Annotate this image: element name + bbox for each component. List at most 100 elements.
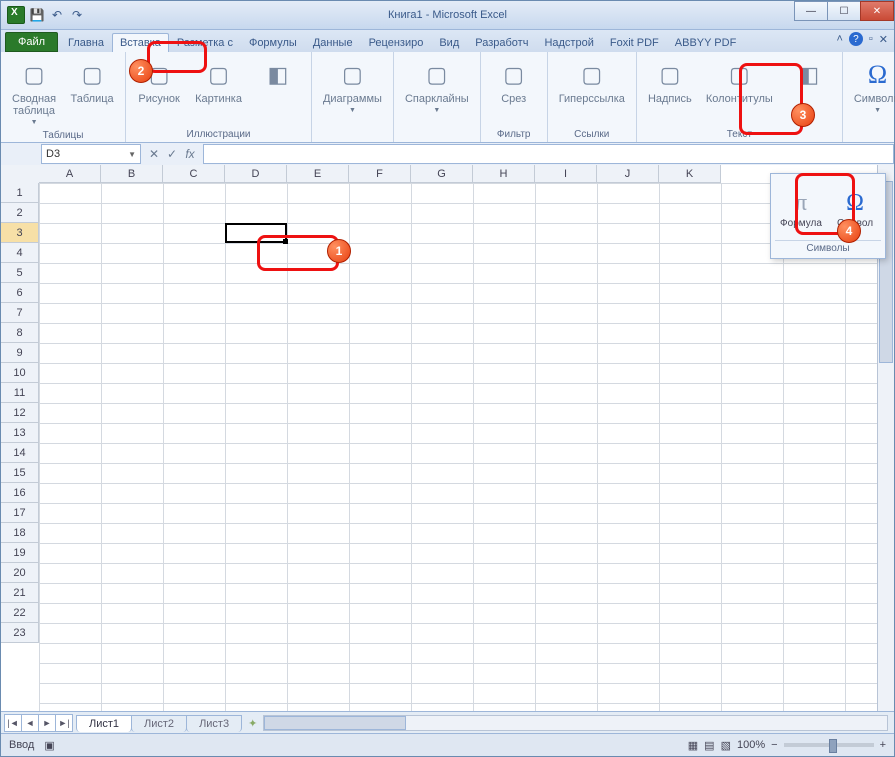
column-header[interactable]: H: [473, 165, 535, 183]
ribbon-button[interactable]: ▢Спарклайны▼: [400, 56, 474, 117]
row-header[interactable]: 19: [1, 543, 39, 563]
zoom-slider[interactable]: [784, 743, 874, 747]
row-header[interactable]: 3: [1, 223, 39, 243]
row-header[interactable]: 20: [1, 563, 39, 583]
ribbon-group: ΩСимволы▼: [843, 52, 895, 142]
column-header[interactable]: B: [101, 165, 163, 183]
tab-вставка[interactable]: Вставка: [112, 33, 169, 52]
save-icon[interactable]: 💾: [29, 7, 45, 23]
row-header[interactable]: 7: [1, 303, 39, 323]
column-header[interactable]: A: [39, 165, 101, 183]
ribbon-button[interactable]: ▢Диаграммы▼: [318, 56, 387, 117]
redo-icon[interactable]: ↷: [69, 7, 85, 23]
equation-button[interactable]: π Формула: [775, 178, 827, 240]
row-header[interactable]: 18: [1, 523, 39, 543]
ribbon-button[interactable]: ◧: [251, 56, 305, 94]
column-header[interactable]: I: [535, 165, 597, 183]
minimize-button[interactable]: —: [794, 1, 828, 21]
column-header[interactable]: G: [411, 165, 473, 183]
row-header[interactable]: 9: [1, 343, 39, 363]
chevron-down-icon[interactable]: ▼: [128, 150, 136, 159]
cancel-icon[interactable]: ✕: [147, 147, 161, 161]
name-box[interactable]: D3 ▼: [41, 144, 141, 164]
worksheet-grid[interactable]: ABCDEFGHIJK 1234567891011121314151617181…: [1, 165, 894, 712]
sheet-nav-last-icon[interactable]: ►|: [55, 714, 73, 732]
ribbon-button[interactable]: ▢Таблица: [65, 56, 119, 108]
sheet-tab[interactable]: Лист3: [186, 715, 242, 732]
mdi-close-icon[interactable]: ✕: [879, 33, 888, 46]
ribbon-button[interactable]: ▢Своднаятаблица▼: [7, 56, 61, 129]
row-header[interactable]: 4: [1, 243, 39, 263]
ribbon-minimize-icon[interactable]: ˄: [836, 33, 842, 45]
row-header[interactable]: 23: [1, 623, 39, 643]
row-header[interactable]: 15: [1, 463, 39, 483]
column-header[interactable]: K: [659, 165, 721, 183]
row-header[interactable]: 1: [1, 183, 39, 203]
sheet-nav-next-icon[interactable]: ►: [38, 714, 56, 732]
row-header[interactable]: 6: [1, 283, 39, 303]
zoom-out-icon[interactable]: −: [771, 739, 777, 751]
horizontal-scrollbar[interactable]: [263, 715, 888, 731]
column-header[interactable]: J: [597, 165, 659, 183]
tab-foxit pdf[interactable]: Foxit PDF: [602, 33, 667, 52]
row-header[interactable]: 13: [1, 423, 39, 443]
hscroll-thumb[interactable]: [264, 716, 406, 730]
ribbon-button[interactable]: ▢Картинка: [190, 56, 247, 108]
undo-icon[interactable]: ↶: [49, 7, 65, 23]
view-break-icon[interactable]: ▧: [721, 739, 731, 752]
tab-разметка с[interactable]: Разметка с: [169, 33, 241, 52]
sheet-nav-prev-icon[interactable]: ◄: [21, 714, 39, 732]
close-button[interactable]: ✕: [860, 1, 894, 21]
tab-file[interactable]: Файл: [5, 32, 58, 52]
ribbon-button[interactable]: ◧: [782, 56, 836, 94]
column-header[interactable]: F: [349, 165, 411, 183]
ribbon-button[interactable]: ▢Надпись: [643, 56, 697, 108]
tab-формулы[interactable]: Формулы: [241, 33, 305, 52]
row-header[interactable]: 8: [1, 323, 39, 343]
tab-вид[interactable]: Вид: [431, 33, 467, 52]
sheet-tab[interactable]: Лист2: [131, 715, 187, 732]
column-header[interactable]: D: [225, 165, 287, 183]
row-header[interactable]: 11: [1, 383, 39, 403]
zoom-level[interactable]: 100%: [737, 739, 765, 751]
ribbon-button[interactable]: ▢Гиперссылка: [554, 56, 630, 108]
row-header[interactable]: 14: [1, 443, 39, 463]
row-header[interactable]: 10: [1, 363, 39, 383]
tab-данные[interactable]: Данные: [305, 33, 361, 52]
row-header[interactable]: 12: [1, 403, 39, 423]
fx-icon[interactable]: fx: [183, 147, 197, 161]
row-header[interactable]: 2: [1, 203, 39, 223]
sheet-tab[interactable]: Лист1: [76, 715, 132, 732]
view-normal-icon[interactable]: ▦: [688, 739, 698, 752]
select-all-corner[interactable]: [1, 165, 40, 184]
symbol-button[interactable]: Ω Символ: [829, 178, 881, 240]
row-header[interactable]: 16: [1, 483, 39, 503]
tab-рецензиро[interactable]: Рецензиро: [361, 33, 432, 52]
enter-icon[interactable]: ✓: [165, 147, 179, 161]
tab-надстрой[interactable]: Надстрой: [536, 33, 601, 52]
tab-главна[interactable]: Главна: [60, 33, 112, 52]
new-sheet-icon[interactable]: ✦: [248, 717, 257, 730]
tab-разработч[interactable]: Разработч: [467, 33, 536, 52]
row-header[interactable]: 22: [1, 603, 39, 623]
ribbon-button[interactable]: ΩСимволы▼: [849, 56, 895, 117]
maximize-button[interactable]: ☐: [827, 1, 861, 21]
ribbon-button[interactable]: ▢Колонтитулы: [701, 56, 778, 108]
column-header[interactable]: E: [287, 165, 349, 183]
macro-record-icon[interactable]: ▣: [44, 739, 54, 752]
ribbon-button[interactable]: ▢Рисунок: [132, 56, 186, 108]
view-layout-icon[interactable]: ▤: [704, 739, 714, 752]
help-icon[interactable]: ?: [849, 32, 863, 46]
tab-abbyy pdf[interactable]: ABBYY PDF: [667, 33, 745, 52]
active-cell-d3[interactable]: [225, 223, 287, 243]
ribbon-button[interactable]: ▢Срез: [487, 56, 541, 108]
row-header[interactable]: 17: [1, 503, 39, 523]
row-header[interactable]: 21: [1, 583, 39, 603]
column-header[interactable]: C: [163, 165, 225, 183]
ribbon-options-icon[interactable]: ▫: [869, 33, 873, 45]
cells-area[interactable]: [39, 183, 894, 712]
sheet-nav-first-icon[interactable]: |◄: [4, 714, 22, 732]
formula-input[interactable]: [203, 144, 894, 164]
zoom-in-icon[interactable]: +: [880, 739, 886, 751]
row-header[interactable]: 5: [1, 263, 39, 283]
